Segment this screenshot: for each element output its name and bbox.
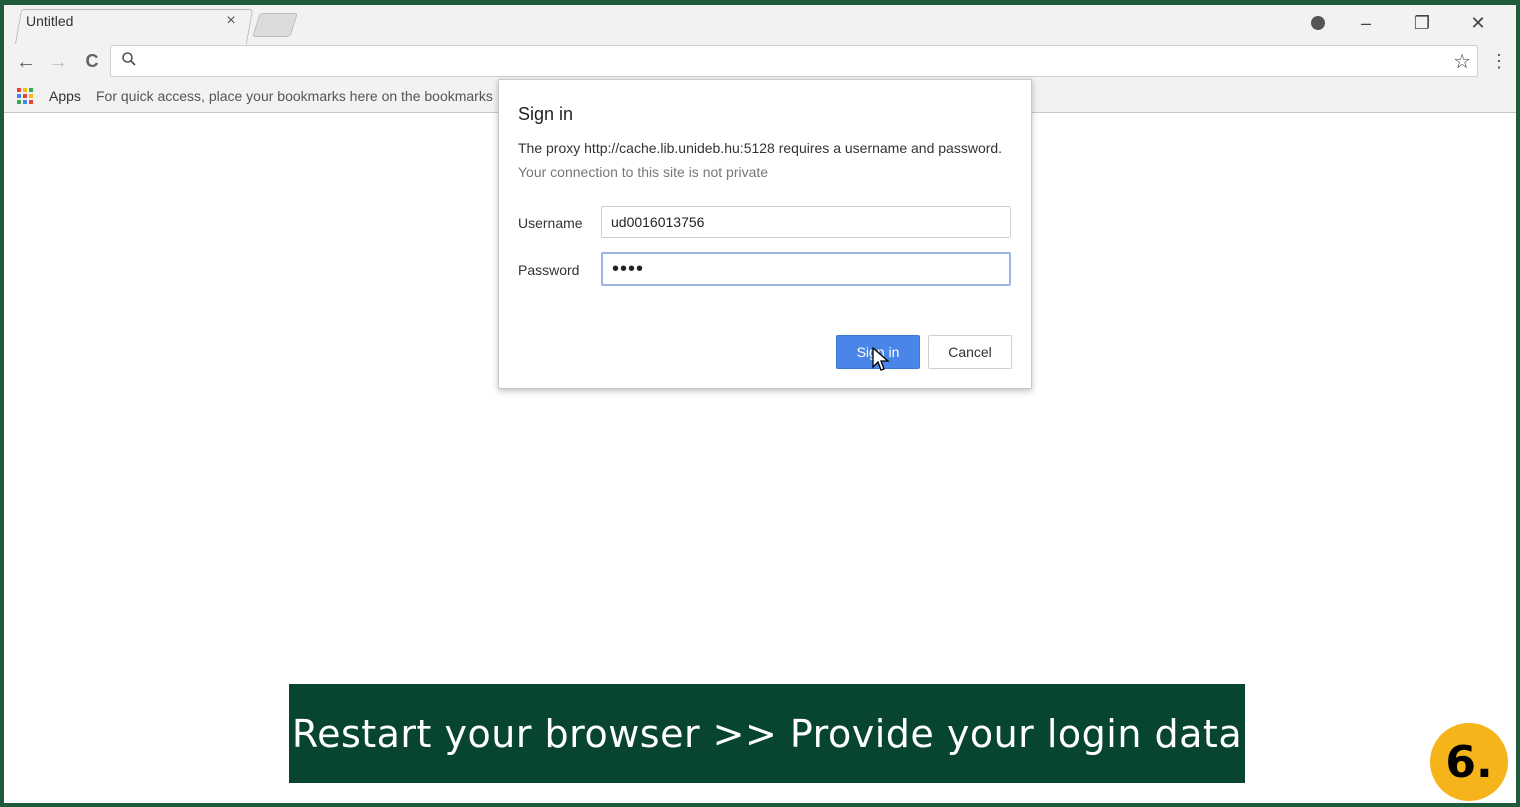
new-tab-button[interactable] xyxy=(252,13,298,37)
close-window-button[interactable]: ✕ xyxy=(1450,13,1506,34)
username-field[interactable] xyxy=(601,206,1011,238)
mouse-cursor-icon xyxy=(872,347,890,371)
dialog-title: Sign in xyxy=(518,104,574,124)
tab-title: Untitled xyxy=(26,13,74,29)
proxy-auth-dialog: Sign in The proxy http://cache.lib.unide… xyxy=(498,79,1032,389)
profile-icon[interactable] xyxy=(1298,14,1338,33)
address-bar[interactable]: ☆ xyxy=(110,45,1478,77)
password-field[interactable] xyxy=(601,252,1011,286)
dialog-message: The proxy http://cache.lib.unideb.hu:512… xyxy=(518,140,1003,156)
username-label: Username xyxy=(518,215,583,231)
reload-icon[interactable]: C xyxy=(80,51,104,72)
tab-close-icon[interactable]: × xyxy=(222,12,240,30)
apps-label[interactable]: Apps xyxy=(49,88,81,104)
apps-icon[interactable] xyxy=(17,88,33,104)
window-controls: – ❐ ✕ xyxy=(1298,8,1506,38)
search-icon xyxy=(122,52,136,66)
back-icon[interactable]: ← xyxy=(14,51,38,74)
restore-button[interactable]: ❐ xyxy=(1394,13,1450,34)
password-label: Password xyxy=(518,262,580,278)
screenshot-frame: Untitled × – ❐ ✕ ← → C ☆ ⋮ Apps For quic… xyxy=(0,0,1520,807)
step-number-badge: 6. xyxy=(1430,723,1508,801)
instruction-banner: Restart your browser >> Provide your log… xyxy=(289,684,1245,783)
minimize-button[interactable]: – xyxy=(1338,13,1394,34)
bookmarks-hint: For quick access, place your bookmarks h… xyxy=(96,88,493,104)
browser-toolbar: ← → C ☆ ⋮ xyxy=(4,43,1516,83)
cancel-button[interactable]: Cancel xyxy=(928,335,1012,369)
menu-icon[interactable]: ⋮ xyxy=(1490,51,1508,72)
forward-icon[interactable]: → xyxy=(46,51,70,74)
star-icon[interactable]: ☆ xyxy=(1453,49,1471,74)
dialog-subtext: Your connection to this site is not priv… xyxy=(518,164,769,180)
